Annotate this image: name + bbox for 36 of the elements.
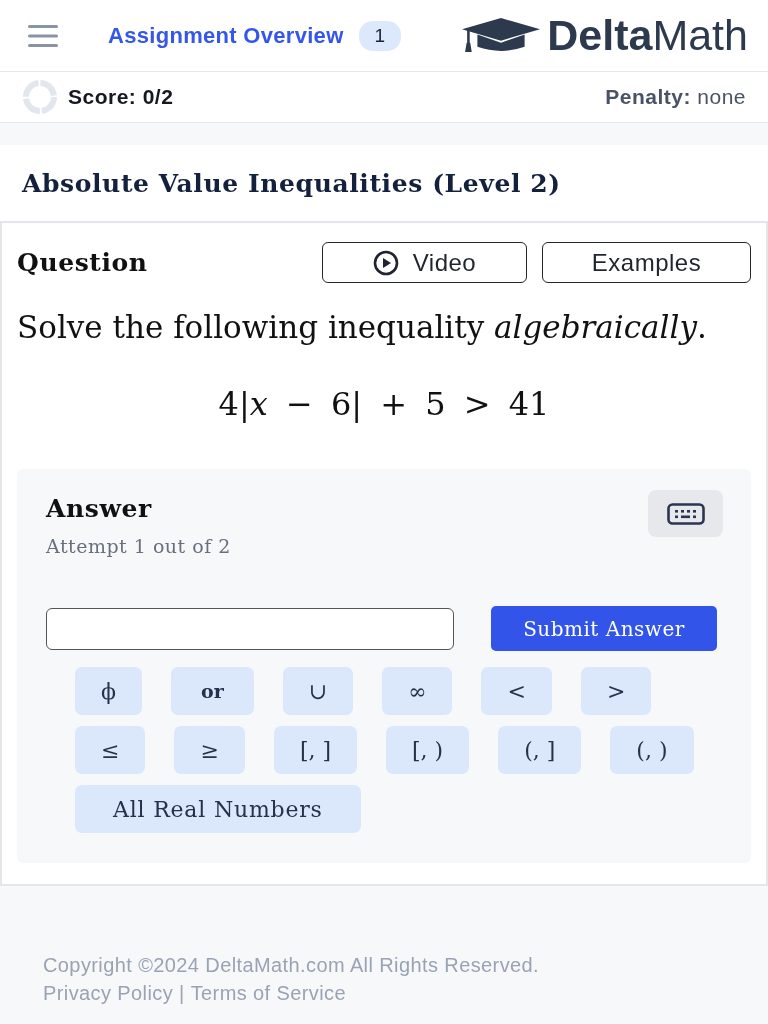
ring-icon (22, 79, 58, 115)
keyboard-button[interactable] (648, 490, 723, 537)
submit-answer-button[interactable]: Submit Answer (491, 606, 717, 651)
penalty-text: Penalty: none (605, 85, 746, 109)
count-badge: 1 (358, 20, 402, 51)
keypad-key[interactable]: > (580, 667, 652, 715)
keypad-key[interactable]: [, ) (386, 726, 470, 774)
problem-title: Absolute Value Inequalities (Level 2) (22, 168, 561, 198)
keypad-key[interactable]: ∪ (282, 667, 354, 715)
keypad-key[interactable]: < (481, 667, 552, 715)
graduation-cap-icon (462, 18, 541, 53)
keypad-key[interactable]: ∞ (382, 667, 453, 715)
keypad-key[interactable]: All Real Numbers (75, 785, 361, 833)
video-button[interactable]: Video (322, 242, 527, 283)
keypad-key[interactable]: (, ) (610, 726, 694, 774)
keypad-key[interactable]: (, ] (498, 726, 582, 774)
copyright-text: Copyright ©2024 DeltaMath.com All Rights Reserved. (43, 954, 541, 977)
answer-heading: Answer (46, 494, 153, 523)
keypad-key[interactable]: [, ] (273, 726, 358, 774)
keypad-key[interactable]: or (171, 667, 254, 715)
separator-text: | (179, 982, 185, 1005)
answer-field[interactable] (46, 607, 454, 650)
menu-icon[interactable] (28, 24, 58, 47)
examples-button[interactable]: Examples (542, 242, 751, 283)
question-prompt: Solve the following inequality algebraically. (17, 309, 708, 345)
logo-text: DeltaMath (547, 11, 748, 60)
assignment-overview-link[interactable]: Assignment Overview (108, 22, 344, 49)
question-heading: Question (17, 248, 148, 277)
play-icon (372, 249, 399, 276)
keypad-key[interactable]: ϕ (75, 667, 142, 715)
score-text: Score: 0/2 (68, 85, 174, 109)
keypad-key[interactable]: ≤ (75, 726, 146, 774)
attempt-text: Attempt 1 out of 2 (46, 535, 231, 557)
keyboard-icon (666, 502, 705, 525)
math-expression: 4|x − 6| + 5 > 41 (217, 385, 551, 423)
keypad-key[interactable]: ≥ (174, 726, 245, 774)
